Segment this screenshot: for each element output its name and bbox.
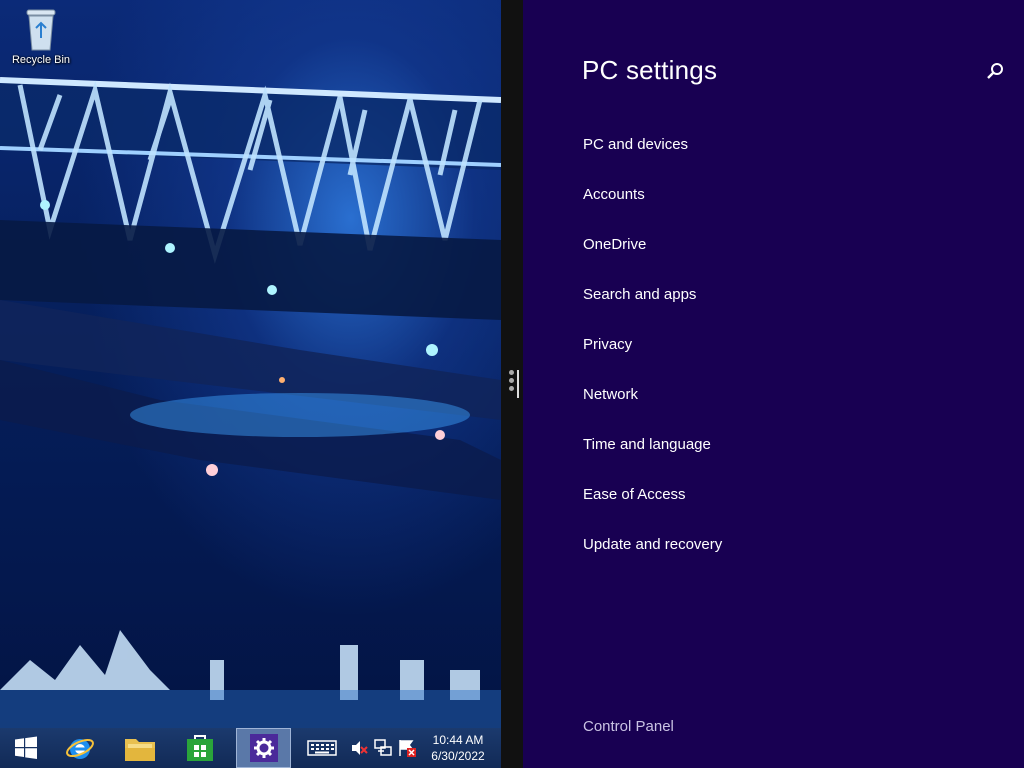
- internet-explorer-icon: [66, 738, 94, 759]
- pc-settings-taskbar-button[interactable]: [236, 728, 291, 768]
- divider-grip-line: [517, 370, 519, 398]
- recycle-bin-shortcut[interactable]: Recycle Bin: [6, 6, 76, 66]
- store-icon: [187, 735, 213, 761]
- volume-muted-icon[interactable]: [350, 739, 368, 757]
- nav-item-network[interactable]: Network: [583, 383, 722, 433]
- recycle-bin-icon: [26, 9, 56, 51]
- desktop[interactable]: Recycle Bin: [0, 0, 501, 728]
- nav-item-pc-and-devices[interactable]: PC and devices: [583, 133, 722, 183]
- folder-icon: [125, 739, 155, 761]
- nav-item-accounts[interactable]: Accounts: [583, 183, 722, 233]
- settings-nav: PC and devices Accounts OneDrive Search …: [583, 133, 722, 583]
- clock-time: 10:44 AM: [432, 733, 484, 747]
- gear-icon: [249, 734, 278, 762]
- divider-grip-icon[interactable]: [509, 370, 515, 400]
- keyboard-icon[interactable]: [307, 739, 337, 757]
- search-icon[interactable]: [986, 62, 1004, 80]
- taskbar-clock[interactable]: 10:44 AM 6/30/2022: [422, 732, 494, 764]
- clock-date: 6/30/2022: [431, 749, 485, 763]
- network-icon[interactable]: [374, 739, 392, 757]
- page-title: PC settings: [582, 55, 718, 85]
- taskbar: 10:44 AM 6/30/2022: [0, 728, 501, 768]
- file-explorer-button[interactable]: [114, 728, 166, 768]
- nav-item-onedrive[interactable]: OneDrive: [583, 233, 722, 283]
- nav-item-privacy[interactable]: Privacy: [583, 333, 722, 383]
- nav-item-search-and-apps[interactable]: Search and apps: [583, 283, 722, 333]
- windows-logo-icon: [15, 736, 37, 759]
- store-button[interactable]: [174, 728, 226, 768]
- wallpaper-image: [0, 77, 501, 728]
- nav-item-time-and-language[interactable]: Time and language: [583, 433, 722, 483]
- recycle-bin-label: Recycle Bin: [11, 54, 71, 66]
- action-center-icon[interactable]: [398, 739, 416, 757]
- pc-settings-pane: PC settings PC and devices Accounts OneD…: [523, 0, 1024, 768]
- nav-item-update-and-recovery[interactable]: Update and recovery: [583, 533, 722, 583]
- control-panel-link[interactable]: Control Panel: [583, 718, 674, 735]
- nav-item-ease-of-access[interactable]: Ease of Access: [583, 483, 722, 533]
- internet-explorer-button[interactable]: [54, 728, 106, 768]
- start-button[interactable]: [0, 728, 52, 768]
- split-divider[interactable]: [501, 0, 523, 768]
